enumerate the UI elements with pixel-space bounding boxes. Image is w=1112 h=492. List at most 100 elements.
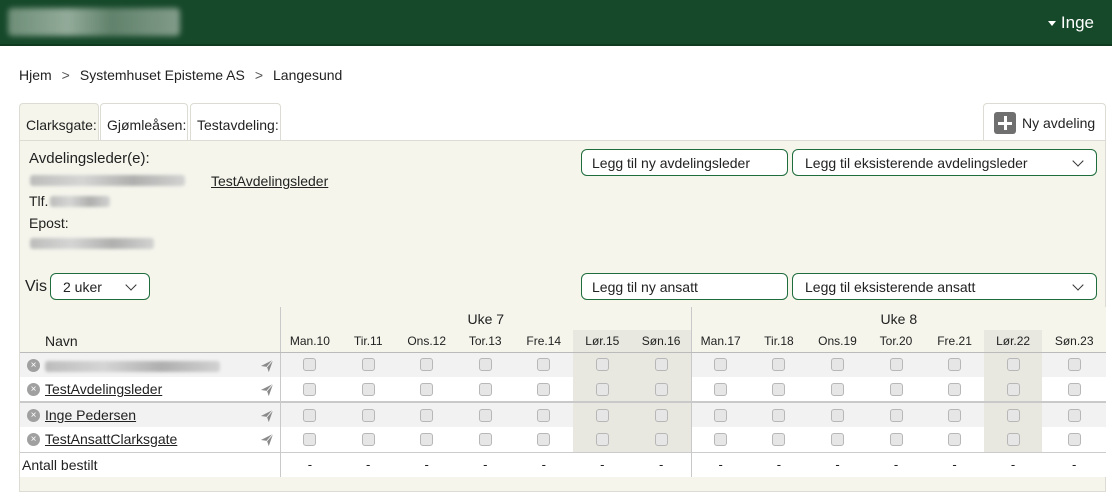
- day-checkbox[interactable]: [714, 408, 728, 422]
- day-checkbox[interactable]: [478, 358, 492, 372]
- tab-clarksgate[interactable]: Clarksgate:: [19, 103, 99, 141]
- day-checkbox[interactable]: [714, 382, 728, 396]
- day-checkbox[interactable]: [361, 358, 375, 372]
- app-logo[interactable]: [8, 8, 180, 36]
- day-checkbox[interactable]: [595, 432, 609, 446]
- day-checkbox[interactable]: [303, 432, 317, 446]
- add-new-employee-button[interactable]: Legg til ny ansatt: [581, 273, 788, 300]
- day-checkbox[interactable]: [420, 432, 434, 446]
- day-checkbox[interactable]: [948, 408, 962, 422]
- day-checkbox[interactable]: [1067, 382, 1081, 396]
- day-cell: [808, 427, 867, 452]
- day-checkbox[interactable]: [478, 382, 492, 396]
- day-checkbox[interactable]: [1067, 432, 1081, 446]
- day-cell: [515, 377, 574, 402]
- day-checkbox[interactable]: [595, 382, 609, 396]
- day-checkbox[interactable]: [830, 382, 844, 396]
- day-checkbox[interactable]: [1006, 382, 1020, 396]
- day-checkbox[interactable]: [1006, 408, 1020, 422]
- day-cell: [397, 401, 456, 427]
- day-checkbox[interactable]: [303, 382, 317, 396]
- day-checkbox[interactable]: [830, 432, 844, 446]
- person-name-link[interactable]: Inge Pedersen: [45, 407, 136, 423]
- day-checkbox[interactable]: [361, 408, 375, 422]
- day-checkbox[interactable]: [1006, 358, 1020, 372]
- day-checkbox[interactable]: [420, 408, 434, 422]
- leader-name-redacted[interactable]: [30, 175, 185, 186]
- remove-circle-icon[interactable]: ×: [27, 433, 40, 446]
- day-checkbox[interactable]: [537, 358, 551, 372]
- send-icon[interactable]: [260, 433, 274, 447]
- day-checkbox[interactable]: [478, 432, 492, 446]
- user-menu[interactable]: Inge: [1047, 13, 1094, 33]
- day-header: Man.17: [690, 330, 750, 353]
- day-cell: [456, 377, 515, 402]
- day-checkbox[interactable]: [830, 358, 844, 372]
- day-checkbox[interactable]: [1067, 408, 1081, 422]
- day-checkbox[interactable]: [772, 358, 786, 372]
- day-checkbox[interactable]: [420, 382, 434, 396]
- day-checkbox[interactable]: [654, 358, 668, 372]
- day-checkbox[interactable]: [420, 358, 434, 372]
- send-icon[interactable]: [260, 359, 274, 373]
- person-name-link[interactable]: TestAvdelingsleder: [45, 381, 162, 397]
- period-select[interactable]: 2 uker: [50, 273, 150, 300]
- remove-circle-icon[interactable]: ×: [27, 383, 40, 396]
- day-header: Fre.21: [925, 330, 984, 353]
- send-icon[interactable]: [260, 409, 274, 423]
- leader-link[interactable]: TestAvdelingsleder: [211, 173, 328, 189]
- day-checkbox[interactable]: [537, 382, 551, 396]
- day-checkbox[interactable]: [948, 432, 962, 446]
- day-checkbox[interactable]: [361, 432, 375, 446]
- breadcrumb-location[interactable]: Langesund: [273, 67, 342, 83]
- day-checkbox[interactable]: [948, 382, 962, 396]
- send-icon[interactable]: [260, 383, 274, 397]
- day-checkbox[interactable]: [889, 408, 903, 422]
- day-cell: [1042, 427, 1106, 452]
- tab-gjomleasen[interactable]: Gjømleåsen:: [100, 103, 188, 141]
- tab-testavdeling[interactable]: Testavdeling:: [190, 103, 281, 141]
- day-checkbox[interactable]: [303, 358, 317, 372]
- add-existing-employee-select[interactable]: Legg til eksisterende ansatt: [792, 273, 1097, 300]
- day-checkbox[interactable]: [303, 408, 317, 422]
- new-department-button[interactable]: Ny avdeling: [983, 103, 1106, 141]
- day-cell: [690, 377, 750, 402]
- breadcrumb-home[interactable]: Hjem: [19, 67, 52, 83]
- day-checkbox[interactable]: [714, 358, 728, 372]
- day-checkbox[interactable]: [654, 408, 668, 422]
- add-existing-leader-select[interactable]: Legg til eksisterende avdelingsleder: [792, 149, 1097, 176]
- person-name-redacted[interactable]: [45, 360, 220, 372]
- person-name-link[interactable]: TestAnsattClarksgate: [45, 431, 177, 447]
- day-checkbox[interactable]: [1067, 358, 1081, 372]
- day-checkbox[interactable]: [772, 382, 786, 396]
- name-cell: × TestAnsattClarksgate: [20, 427, 280, 452]
- day-checkbox[interactable]: [595, 408, 609, 422]
- breadcrumb-company[interactable]: Systemhuset Episteme AS: [80, 67, 245, 83]
- day-checkbox[interactable]: [654, 432, 668, 446]
- day-cell: [279, 352, 339, 377]
- day-cell: [631, 401, 692, 427]
- day-checkbox[interactable]: [889, 358, 903, 372]
- day-checkbox[interactable]: [889, 382, 903, 396]
- day-checkbox[interactable]: [714, 432, 728, 446]
- day-checkbox[interactable]: [889, 432, 903, 446]
- day-checkbox[interactable]: [537, 432, 551, 446]
- day-checkbox[interactable]: [772, 432, 786, 446]
- new-department-label: Ny avdeling: [1022, 114, 1096, 131]
- remove-circle-icon[interactable]: ×: [27, 358, 40, 372]
- day-header: Tor.13: [455, 330, 515, 353]
- day-checkbox[interactable]: [361, 382, 375, 396]
- day-checkbox[interactable]: [772, 408, 786, 422]
- add-new-leader-button[interactable]: Legg til ny avdelingsleder: [581, 149, 788, 176]
- day-cell: [573, 352, 632, 377]
- day-checkbox[interactable]: [595, 358, 609, 372]
- day-checkbox[interactable]: [478, 408, 492, 422]
- day-checkbox[interactable]: [654, 382, 668, 396]
- day-checkbox[interactable]: [948, 358, 962, 372]
- remove-circle-icon[interactable]: ×: [27, 409, 40, 422]
- day-cell: [866, 352, 926, 377]
- day-checkbox[interactable]: [1006, 432, 1020, 446]
- day-checkbox[interactable]: [830, 408, 844, 422]
- view-label: Vis: [25, 278, 47, 295]
- day-checkbox[interactable]: [537, 408, 551, 422]
